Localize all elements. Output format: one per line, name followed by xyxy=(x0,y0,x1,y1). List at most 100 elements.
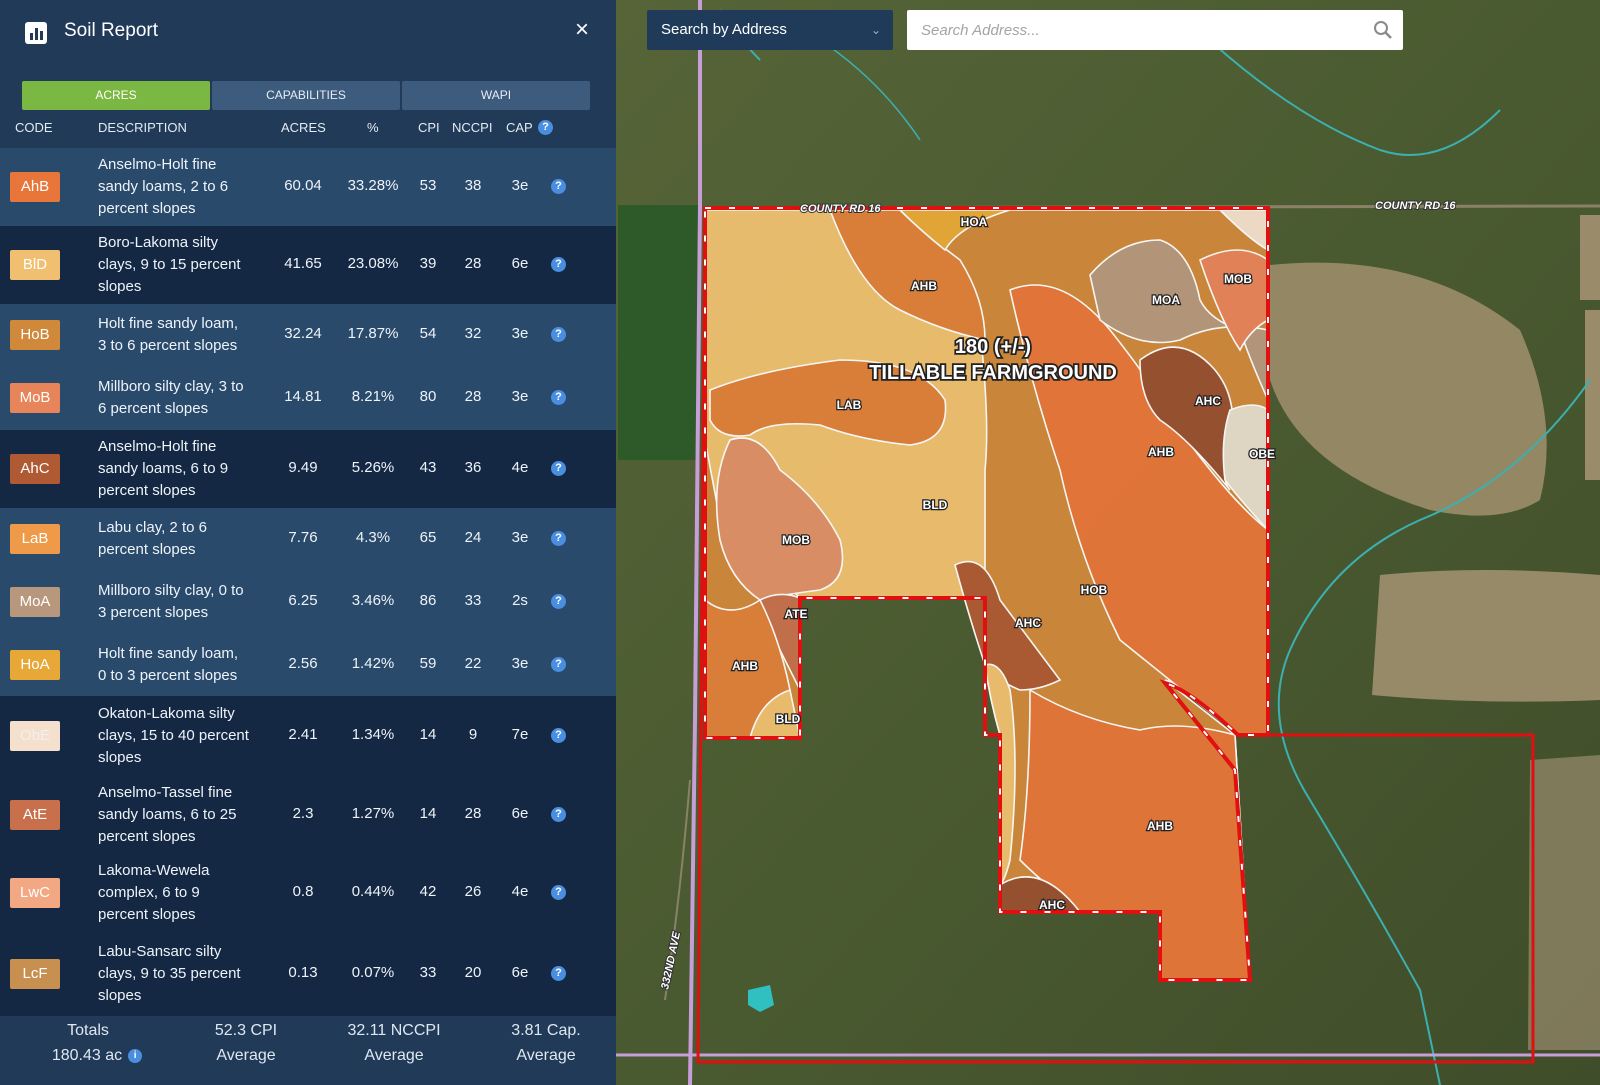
cell-percent: 3.46% xyxy=(351,592,395,609)
help-icon[interactable]: ? xyxy=(551,728,566,743)
soil-description-line: percent slopes xyxy=(98,906,196,923)
soil-description-line: Anselmo-Tassel fine xyxy=(98,784,233,801)
soil-description: Millboro silty clay, 0 to 3 percent slope… xyxy=(98,580,270,624)
soil-label: OBE xyxy=(1249,447,1275,461)
header-cap: CAP xyxy=(506,120,533,135)
soil-description-line: sandy loams, 6 to 9 xyxy=(98,460,229,477)
soil-description-line: Millboro silty clay, 3 to xyxy=(98,378,244,395)
table-row[interactable]: LwC Lakoma-Wewela complex, 6 to 9 percent s… xyxy=(0,854,616,932)
help-icon[interactable]: ? xyxy=(551,257,566,272)
cell-percent: 8.21% xyxy=(351,388,395,405)
cell-nccpi: 28 xyxy=(464,805,482,822)
table-row[interactable]: MoB Millboro silty clay, 3 to 6 percent sl… xyxy=(0,366,616,430)
help-icon[interactable]: ? xyxy=(551,531,566,546)
help-icon[interactable]: ? xyxy=(551,179,566,194)
table-row[interactable]: AhC Anselmo-Holt fine sandy loams, 6 to 9 p… xyxy=(0,430,616,508)
cell-percent: 1.27% xyxy=(351,805,395,822)
soil-description-line: 3 percent slopes xyxy=(98,604,209,621)
soil-description-line: Okaton-Lakoma silty xyxy=(98,705,235,722)
help-icon[interactable]: ? xyxy=(551,327,566,342)
soil-description-line: sandy loams, 6 to 25 xyxy=(98,806,237,823)
table-header: CODE DESCRIPTION ACRES % CPI NCCPI CAP ? xyxy=(0,117,616,139)
cell-acres: 6.25 xyxy=(288,592,318,609)
soil-description-line: clays, 15 to 40 percent xyxy=(98,727,249,744)
help-icon[interactable]: ? xyxy=(538,120,553,135)
nccpi-average-label: Average xyxy=(364,1047,424,1064)
soil-description-line: slopes xyxy=(98,749,142,766)
soil-code-badge: MoA xyxy=(10,587,60,617)
cell-nccpi: 26 xyxy=(464,883,482,900)
soil-code-badge: ObE xyxy=(10,721,60,751)
cell-cpi: 80 xyxy=(419,388,437,405)
soil-description-line: complex, 6 to 9 xyxy=(98,884,200,901)
search-type-dropdown[interactable]: Search by Address ⌄ xyxy=(647,10,893,50)
table-row[interactable]: HoB Holt fine sandy loam, 3 to 6 percent s… xyxy=(0,304,616,366)
cell-acres: 0.13 xyxy=(288,964,318,981)
soil-description-line: Holt fine sandy loam, xyxy=(98,645,239,662)
tab-capabilities[interactable]: CAPABILITIES xyxy=(212,81,400,110)
cell-acres: 60.04 xyxy=(284,177,322,194)
cell-cap: 3e xyxy=(511,529,529,546)
search-icon[interactable] xyxy=(1373,20,1393,40)
search-input[interactable] xyxy=(907,10,1357,50)
cap-average-value: 3.81 Cap. xyxy=(511,1022,581,1039)
soil-description-line: percent slopes xyxy=(98,828,196,845)
soil-label: MOB xyxy=(1224,272,1252,286)
soil-description-line: Labu clay, 2 to 6 xyxy=(98,519,207,536)
cell-cap: 4e xyxy=(511,883,529,900)
cell-cap: 2s xyxy=(512,592,528,609)
help-icon[interactable]: ? xyxy=(551,594,566,609)
help-icon[interactable]: ? xyxy=(551,390,566,405)
help-icon[interactable]: ? xyxy=(551,966,566,981)
tab-wapi[interactable]: WAPI xyxy=(402,81,590,110)
soil-code-badge: MoB xyxy=(10,383,60,413)
cell-cpi: 39 xyxy=(419,255,437,272)
soil-label: AHB xyxy=(1147,819,1173,833)
cell-nccpi: 28 xyxy=(464,388,482,405)
header-percent: % xyxy=(367,120,379,135)
field-label-acres: 180 (+/-) xyxy=(955,336,1031,358)
soil-code-badge: LwC xyxy=(10,878,60,908)
totals-label: Totals xyxy=(67,1022,109,1039)
table-row[interactable]: AtE Anselmo-Tassel fine sandy loams, 6 to … xyxy=(0,776,616,854)
soil-description-line: Boro-Lakoma silty xyxy=(98,234,219,251)
cell-acres: 41.65 xyxy=(284,255,322,272)
chevron-down-icon: ⌄ xyxy=(870,23,881,37)
panel-title: Soil Report xyxy=(64,20,158,41)
report-tabs: ACRES CAPABILITIES WAPI xyxy=(22,81,590,110)
table-row[interactable]: HoA Holt fine sandy loam, 0 to 3 percent s… xyxy=(0,634,616,696)
cell-acres: 32.24 xyxy=(284,325,322,342)
help-icon[interactable]: ? xyxy=(551,807,566,822)
table-row[interactable]: BlD Boro-Lakoma silty clays, 9 to 15 perce… xyxy=(0,226,616,304)
satellite-map[interactable]: HOA AHB MOB MOA LAB AHC AHB OBE BLD MOB … xyxy=(616,0,1600,1085)
table-row[interactable]: LaB Labu clay, 2 to 6 percent slopes 7.76 4.… xyxy=(0,508,616,570)
map-canvas: HOA AHB MOB MOA LAB AHC AHB OBE BLD MOB … xyxy=(616,0,1600,1085)
cpi-average-value: 52.3 CPI xyxy=(214,1022,278,1039)
table-row[interactable]: MoA Millboro silty clay, 0 to 3 percent sl… xyxy=(0,570,616,634)
panel-header: Soil Report × xyxy=(0,0,616,64)
soil-description: Okaton-Lakoma silty clays, 15 to 40 perce… xyxy=(98,703,270,769)
soil-description: Lakoma-Wewela complex, 6 to 9 percent slop… xyxy=(98,860,270,926)
soil-report-panel: Soil Report × ACRES CAPABILITIES WAPI CO… xyxy=(0,0,616,1085)
info-icon[interactable]: i xyxy=(128,1048,143,1063)
cell-cpi: 53 xyxy=(419,177,437,194)
cell-percent: 5.26% xyxy=(351,459,395,476)
close-button[interactable]: × xyxy=(572,16,592,44)
soil-code-badge: HoA xyxy=(10,650,60,680)
cell-nccpi: 9 xyxy=(468,726,478,743)
cell-acres: 2.41 xyxy=(288,726,318,743)
table-row[interactable]: AhB Anselmo-Holt fine sandy loams, 2 to 6 p… xyxy=(0,148,616,226)
help-icon[interactable]: ? xyxy=(551,657,566,672)
soil-label: MOA xyxy=(1152,293,1180,307)
soil-description-line: percent slopes xyxy=(98,482,196,499)
header-cpi: CPI xyxy=(418,120,440,135)
table-row[interactable]: LcF Labu-Sansarc silty clays, 9 to 35 perc… xyxy=(0,932,616,1016)
cell-cap: 6e xyxy=(511,255,529,272)
tab-acres[interactable]: ACRES xyxy=(22,81,210,110)
help-icon[interactable]: ? xyxy=(551,885,566,900)
table-row[interactable]: ObE Okaton-Lakoma silty clays, 15 to 40 pe… xyxy=(0,696,616,776)
soil-code-badge: LcF xyxy=(10,959,60,989)
soil-description-line: 6 percent slopes xyxy=(98,400,209,417)
help-icon[interactable]: ? xyxy=(551,461,566,476)
soil-description-line: Lakoma-Wewela xyxy=(98,862,210,879)
